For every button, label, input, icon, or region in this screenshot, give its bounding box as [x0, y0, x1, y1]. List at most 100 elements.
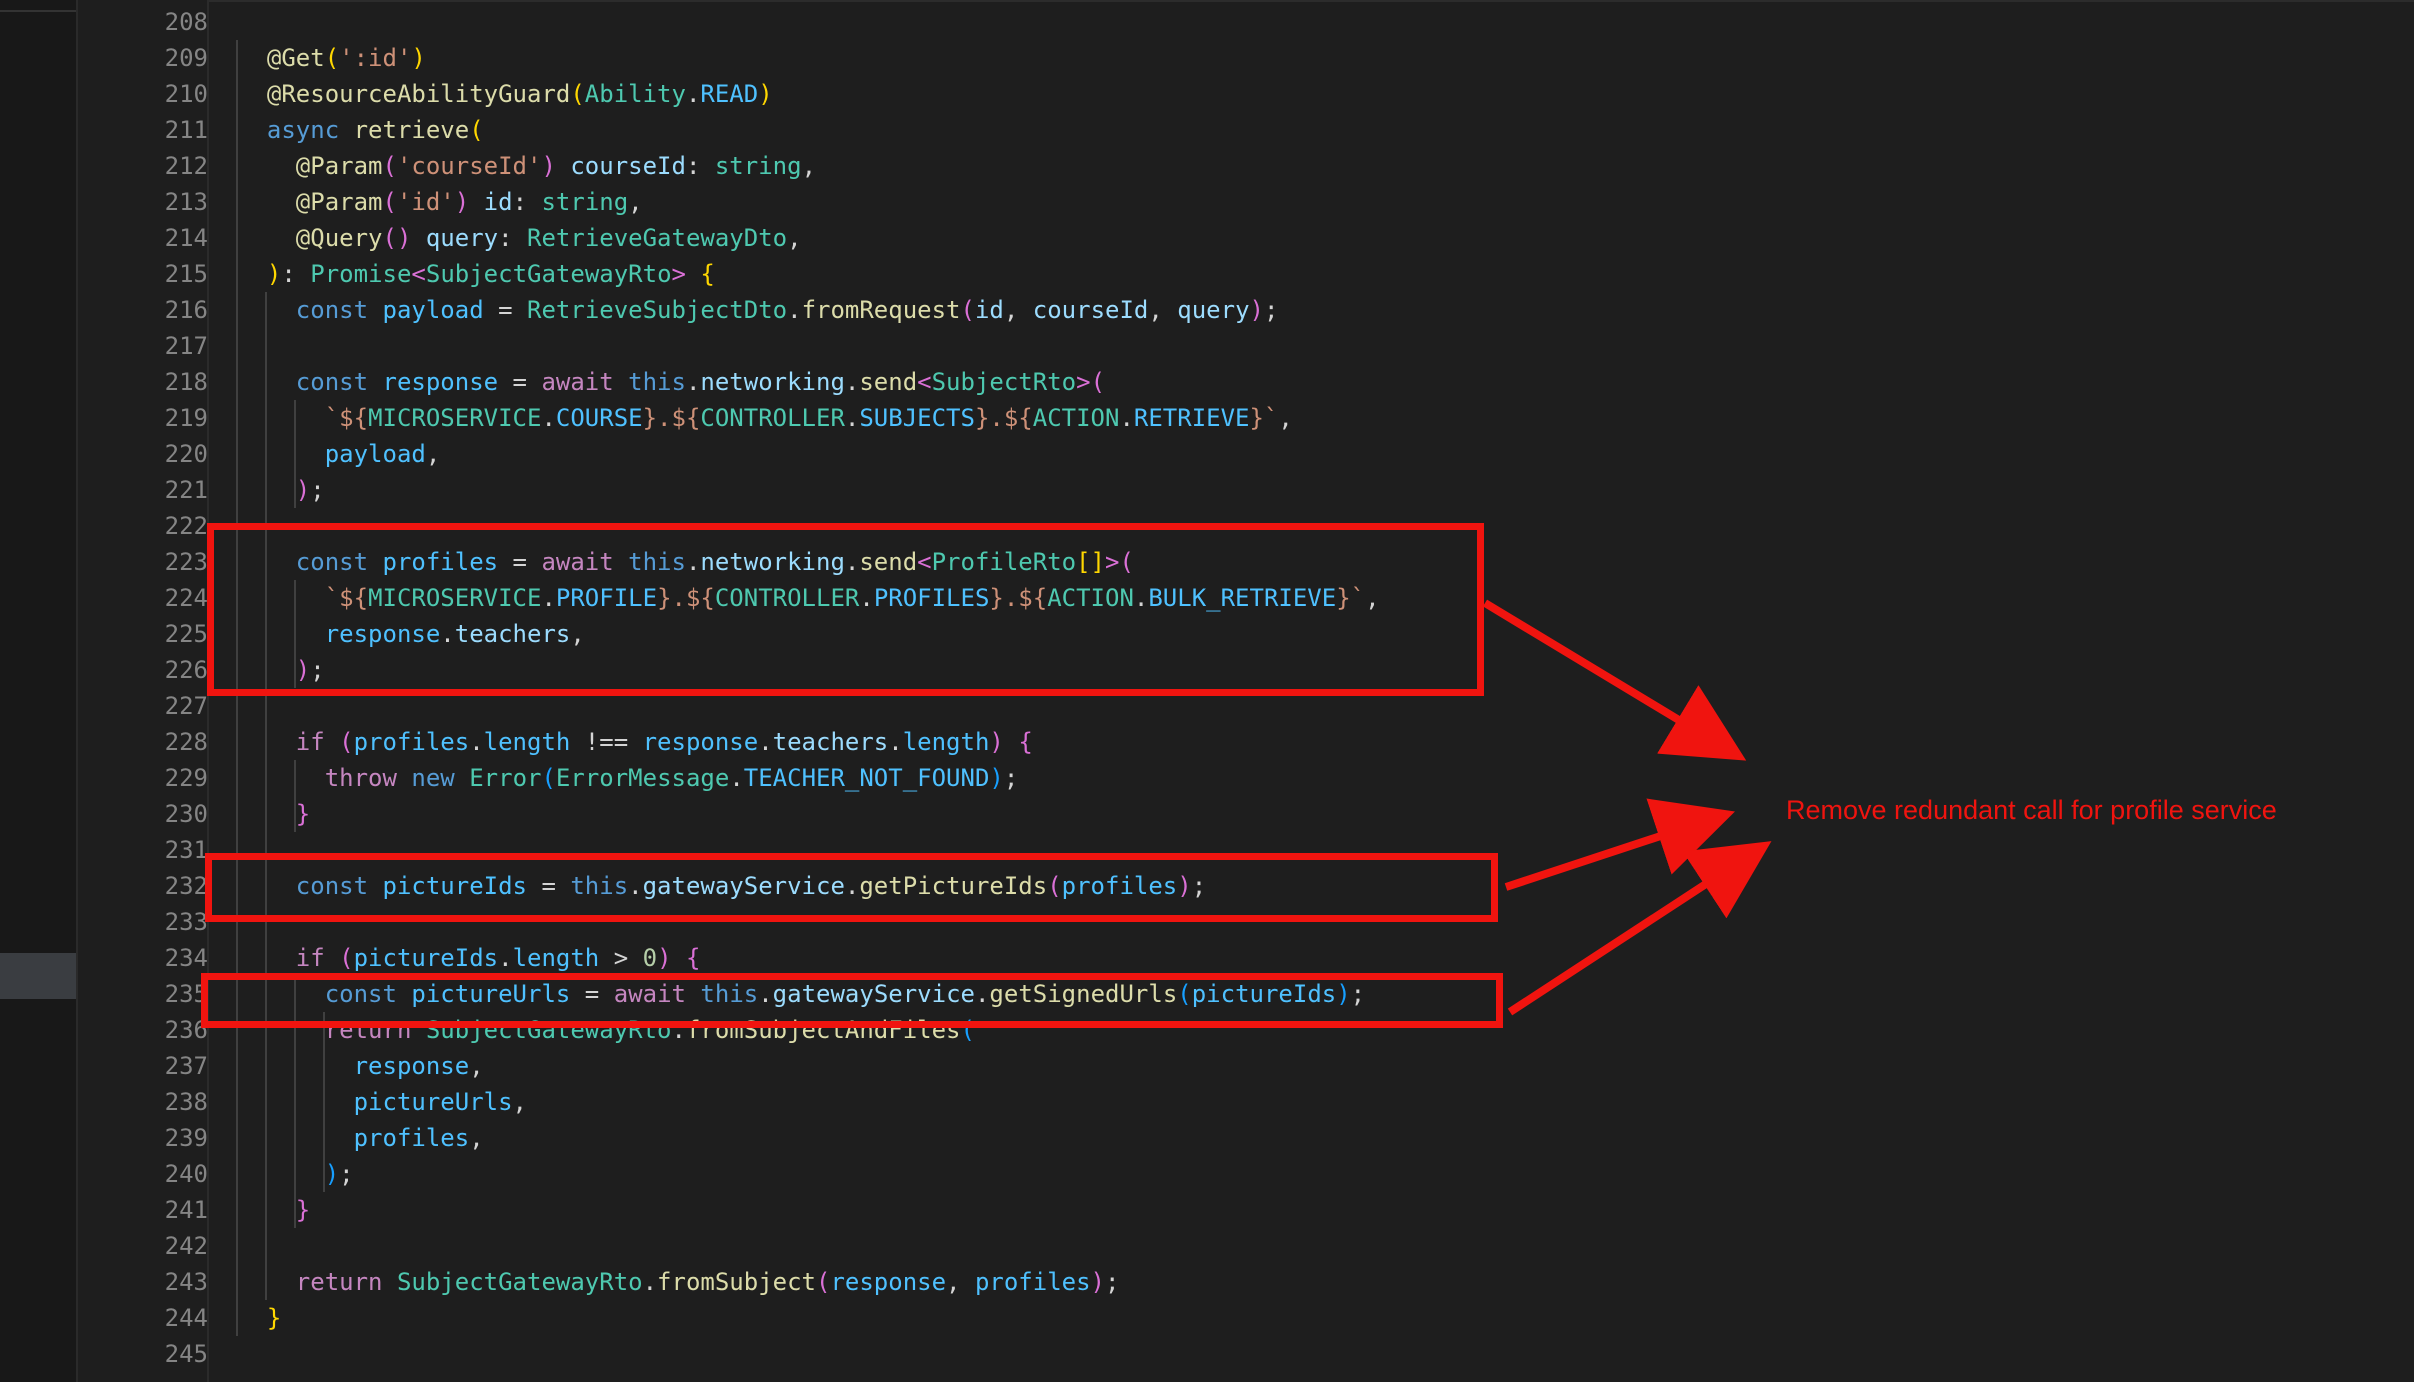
code-line[interactable]: ); [238, 1156, 354, 1192]
code-line[interactable]: } [238, 796, 310, 832]
line-number: 217 [78, 328, 208, 364]
code-line[interactable]: response, [238, 1048, 484, 1084]
line-number-text: 242 [164, 1232, 208, 1260]
code-token: ; [1105, 1268, 1120, 1296]
code-line[interactable]: @Param('id') id: string, [238, 184, 643, 220]
code-line[interactable]: ): Promise<SubjectGatewayRto> { [238, 256, 715, 292]
code-line[interactable]: throw new Error(ErrorMessage.TEACHER_NOT… [238, 760, 1019, 796]
line-number: 234 [78, 940, 208, 976]
code-line[interactable]: const payload = RetrieveSubjectDto.fromR… [238, 292, 1279, 328]
line-number: 239 [78, 1120, 208, 1156]
code-line[interactable]: @Get(':id') [238, 40, 426, 76]
code-token: = [483, 296, 528, 324]
code-line[interactable]: @Query() query: RetrieveGatewayDto, [238, 220, 802, 256]
code-line[interactable]: if (pictureIds.length > 0) { [238, 940, 701, 976]
code-token: : [281, 260, 311, 288]
code-token: ( [382, 188, 397, 216]
line-number: 227 [78, 688, 208, 724]
code-line[interactable]: pictureUrls, [238, 1084, 527, 1120]
code-token: } [266, 1304, 282, 1332]
code-token: ( [339, 728, 354, 756]
line-number-text: 227 [164, 692, 208, 720]
code-line[interactable]: if (profiles.length !== response.teacher… [238, 724, 1033, 760]
code-line[interactable]: profiles, [238, 1120, 484, 1156]
line-number: 219 [78, 400, 208, 436]
code-token: response [642, 728, 759, 756]
code-token: ; [310, 476, 325, 504]
code-token: READ [700, 80, 759, 108]
line-number: 230 [78, 796, 208, 832]
code-token: ( [324, 44, 340, 72]
code-line[interactable]: @ResourceAbilityGuard(Ability.READ) [238, 76, 773, 112]
code-token: }.${ [642, 404, 701, 432]
code-token: SubjectRto [931, 368, 1077, 396]
code-token: 0 [642, 944, 658, 972]
code-token: ) [541, 152, 556, 180]
code-token: . [1119, 404, 1134, 432]
code-token: , [1148, 296, 1178, 324]
code-line[interactable]: async retrieve( [238, 112, 484, 148]
line-number-text: 230 [164, 800, 208, 828]
code-token: . [758, 728, 773, 756]
line-number-text: 220 [164, 440, 208, 468]
line-number-text: 239 [164, 1124, 208, 1152]
code-token: RetrieveSubjectDto [527, 296, 788, 324]
code-token: , [801, 152, 817, 180]
line-number: 210 [78, 76, 208, 112]
code-line[interactable]: const response = await this.networking.s… [238, 364, 1105, 400]
code-line[interactable]: return SubjectGatewayRto.fromSubject(res… [238, 1264, 1120, 1300]
code-line[interactable]: `${MICROSERVICE.COURSE}.${CONTROLLER.SUB… [238, 400, 1293, 436]
code-token: pictureUrls [353, 1088, 513, 1116]
line-number: 242 [78, 1228, 208, 1264]
line-number-text: 240 [164, 1160, 208, 1188]
code-token: ) [411, 44, 426, 72]
code-token: SubjectGatewayRto [396, 1268, 643, 1296]
activity-bar-selected-item[interactable] [0, 953, 76, 999]
code-line[interactable]: } [238, 1192, 310, 1228]
code-token: send [859, 368, 918, 396]
code-token: ACTION [1032, 404, 1120, 432]
line-number-text: 210 [164, 80, 208, 108]
code-token: length [512, 944, 600, 972]
code-token: payload [324, 440, 426, 468]
line-number-text: 244 [164, 1304, 208, 1332]
code-token: > [1076, 368, 1091, 396]
code-line[interactable]: } [238, 1300, 281, 1336]
code-token: profiles [353, 1124, 470, 1152]
code-token: ) [1249, 296, 1264, 324]
code-token: pictureIds [353, 944, 499, 972]
line-number-text: 221 [164, 476, 208, 504]
line-number-text: 238 [164, 1088, 208, 1116]
code-token: ( [469, 116, 484, 144]
line-number: 228 [78, 724, 208, 760]
code-line[interactable]: payload, [238, 436, 441, 472]
code-token: teachers [772, 728, 889, 756]
code-token: , [628, 188, 643, 216]
line-number-text: 237 [164, 1052, 208, 1080]
code-token: async [266, 116, 340, 144]
line-number-text: 226 [164, 656, 208, 684]
arrow-from-profiles-box [1482, 599, 1747, 761]
line-number-text: 236 [164, 1016, 208, 1044]
line-number-text: 224 [164, 584, 208, 612]
line-number: 225 [78, 616, 208, 652]
code-token: return [295, 1268, 383, 1296]
line-number: 222 [78, 508, 208, 544]
code-token: : [512, 188, 542, 216]
code-token: @ResourceAbilityGuard [266, 80, 571, 108]
code-line[interactable]: ); [238, 472, 325, 508]
code-token: , [512, 1088, 527, 1116]
code-line[interactable]: @Param('courseId') courseId: string, [238, 148, 816, 184]
code-token: < [917, 368, 932, 396]
line-number-text: 223 [164, 548, 208, 576]
